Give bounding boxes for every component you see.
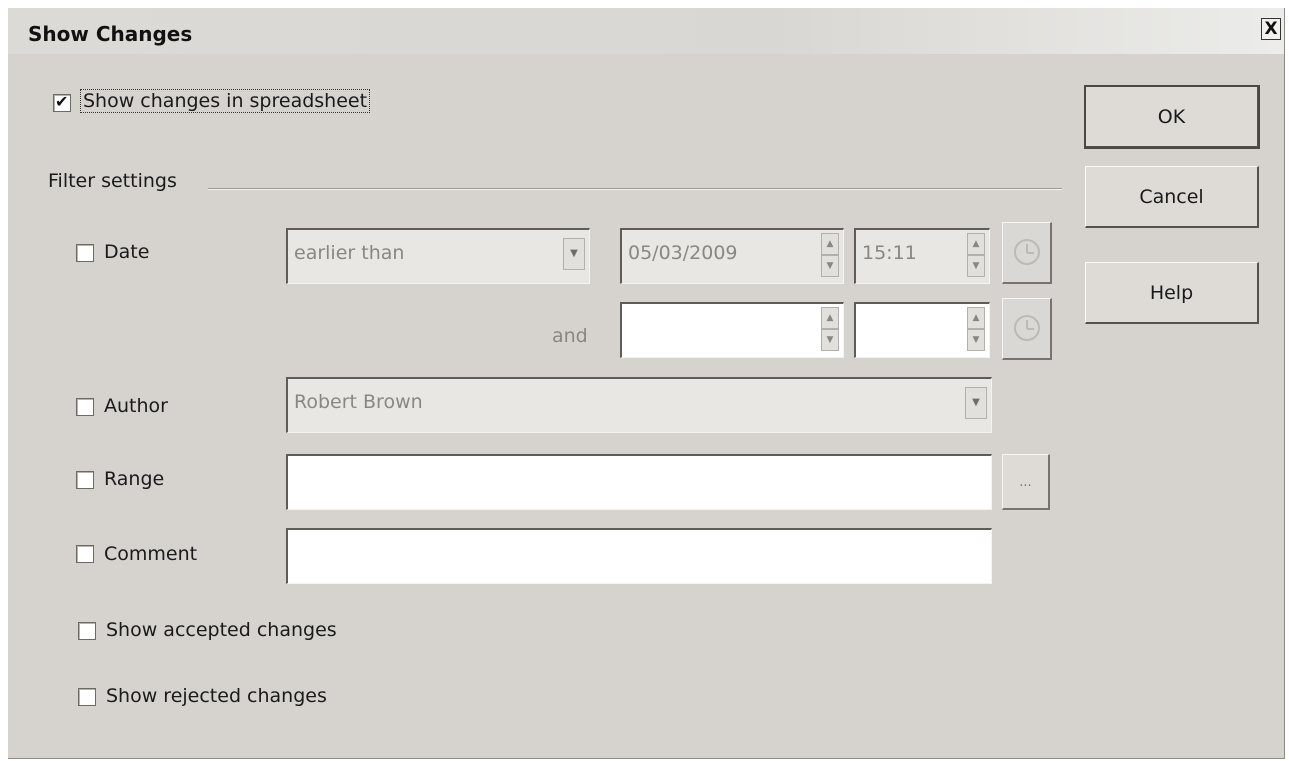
chevron-down-icon[interactable]: ▼ [965, 387, 987, 419]
close-button[interactable]: X [1261, 18, 1281, 40]
set-current-time-button[interactable] [1002, 222, 1052, 284]
show-accepted-checkbox[interactable] [78, 622, 96, 640]
spin-up-icon[interactable]: ▲ [967, 307, 985, 329]
help-button[interactable]: Help [1085, 262, 1259, 324]
author-label: Author [104, 395, 168, 417]
date2-input[interactable]: ▲ ▼ [620, 302, 844, 358]
cancel-button[interactable]: Cancel [1085, 166, 1259, 228]
range-label: Range [104, 468, 165, 490]
dialog-title: Show Changes [28, 22, 193, 46]
time-input[interactable]: 15:11 ▲ ▼ [854, 228, 990, 284]
time-value: 15:11 [862, 242, 917, 264]
clock-icon [1014, 315, 1040, 341]
set-current-time2-button[interactable] [1002, 298, 1052, 360]
time2-spinner[interactable]: ▲ ▼ [967, 307, 985, 355]
author-select[interactable]: Robert Brown ▼ [286, 377, 992, 433]
range-browse-button[interactable]: ... [1002, 454, 1050, 510]
filter-settings-divider [208, 188, 1062, 190]
show-changes-label-text: Show changes in spreadsheet [80, 89, 371, 113]
date2-spinner[interactable]: ▲ ▼ [821, 307, 839, 355]
date-condition-select[interactable]: earlier than ▼ [286, 228, 590, 284]
spin-up-icon[interactable]: ▲ [821, 307, 839, 329]
filter-settings-heading: Filter settings [48, 170, 177, 192]
show-changes-checkbox[interactable] [53, 92, 71, 112]
ok-button[interactable]: OK [1084, 85, 1260, 149]
show-changes-label[interactable]: Show changes in spreadsheet [80, 89, 371, 113]
author-value: Robert Brown [294, 391, 423, 413]
spin-down-icon[interactable]: ▼ [967, 255, 985, 277]
comment-input[interactable] [286, 528, 992, 584]
spin-down-icon[interactable]: ▼ [821, 329, 839, 351]
show-rejected-label: Show rejected changes [106, 685, 327, 707]
range-checkbox[interactable] [76, 471, 94, 489]
range-input[interactable] [286, 454, 992, 510]
show-changes-dialog: Show Changes X Show changes in spreadshe… [8, 8, 1285, 759]
date-input[interactable]: 05/03/2009 ▲ ▼ [620, 228, 844, 284]
chevron-down-icon[interactable]: ▼ [563, 238, 585, 270]
comment-label: Comment [104, 543, 198, 565]
time2-input[interactable]: ▲ ▼ [854, 302, 990, 358]
spin-down-icon[interactable]: ▼ [821, 255, 839, 277]
date-condition-value: earlier than [294, 242, 405, 264]
show-rejected-checkbox[interactable] [78, 688, 96, 706]
date-value: 05/03/2009 [628, 242, 738, 264]
time-spinner[interactable]: ▲ ▼ [967, 233, 985, 281]
date-checkbox[interactable] [76, 244, 94, 262]
date-spinner[interactable]: ▲ ▼ [821, 233, 839, 281]
author-checkbox[interactable] [76, 398, 94, 416]
comment-checkbox[interactable] [76, 545, 94, 563]
title-bar: Show Changes X [8, 8, 1284, 54]
and-label: and [552, 325, 588, 347]
clock-icon [1014, 239, 1040, 265]
spin-up-icon[interactable]: ▲ [967, 233, 985, 255]
show-accepted-label: Show accepted changes [106, 619, 337, 641]
spin-up-icon[interactable]: ▲ [821, 233, 839, 255]
date-label: Date [104, 241, 150, 263]
spin-down-icon[interactable]: ▼ [967, 329, 985, 351]
